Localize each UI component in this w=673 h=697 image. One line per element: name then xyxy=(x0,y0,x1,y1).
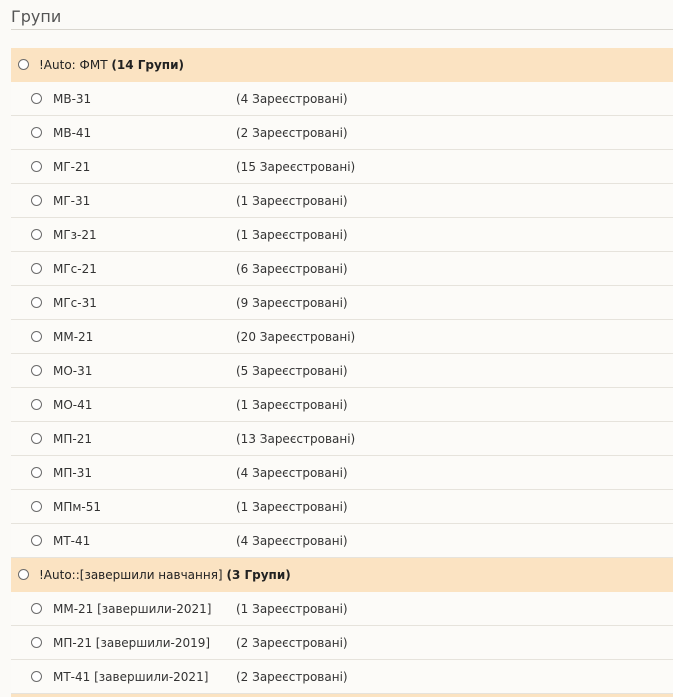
row-group-name: МП-21 xyxy=(53,432,92,446)
groups-page: Групи !Auto: ФМТ (14 Групи) МВ-31 (4 Зареє… xyxy=(0,0,673,697)
row-group-name: МВ-31 xyxy=(53,92,92,106)
row-registered-count: (1 Зареєстровані) xyxy=(236,602,348,616)
row-radio-button[interactable] xyxy=(31,161,42,172)
row-group-name: ММ-21 xyxy=(53,330,94,344)
group-row[interactable]: МГ-21 (15 Зареєстровані) xyxy=(11,150,673,184)
group-row[interactable]: МП-31 (4 Зареєстровані) xyxy=(11,456,673,490)
group-name: !Auto::[завершили навчання] xyxy=(39,568,223,582)
group-row[interactable]: МО-31 (5 Зареєстровані) xyxy=(11,354,673,388)
row-group-name: МП-21 [завершили-2019] xyxy=(53,636,211,650)
group-row[interactable]: МГз-21 (1 Зареєстровані) xyxy=(11,218,673,252)
row-group-name: МГ-31 xyxy=(53,194,91,208)
row-radio-button[interactable] xyxy=(31,195,42,206)
group-row[interactable]: МП-21 (13 Зареєстровані) xyxy=(11,422,673,456)
row-registered-count: (4 Зареєстровані) xyxy=(236,466,348,480)
row-radio-button[interactable] xyxy=(31,399,42,410)
row-group-name: ММ-21 [завершили-2021] xyxy=(53,602,212,616)
group-row[interactable]: МПм-51 (1 Зареєстровані) xyxy=(11,490,673,524)
row-registered-count: (9 Зареєстровані) xyxy=(236,296,348,310)
row-group-name: МП-31 xyxy=(53,466,92,480)
row-registered-count: (1 Зареєстровані) xyxy=(236,228,348,242)
row-registered-count: (2 Зареєстровані) xyxy=(236,636,348,650)
group-radio-button[interactable] xyxy=(18,59,29,70)
row-registered-count: (13 Зареєстровані) xyxy=(236,432,356,446)
row-radio-button[interactable] xyxy=(31,467,42,478)
row-registered-count: (15 Зареєстровані) xyxy=(236,160,356,174)
row-registered-count: (1 Зареєстровані) xyxy=(236,398,348,412)
row-radio-button[interactable] xyxy=(31,365,42,376)
group-row[interactable]: МО-41 (1 Зареєстровані) xyxy=(11,388,673,422)
row-group-name: МО-41 xyxy=(53,398,93,412)
row-radio-button[interactable] xyxy=(31,637,42,648)
row-registered-count: (2 Зареєстровані) xyxy=(236,670,348,684)
group-count: (3 Групи) xyxy=(226,568,291,582)
row-radio-button[interactable] xyxy=(31,263,42,274)
row-registered-count: (4 Зареєстровані) xyxy=(236,534,348,548)
group-row[interactable]: МГс-21 (6 Зареєстровані) xyxy=(11,252,673,286)
row-group-name: МТ-41 xyxy=(53,534,91,548)
row-group-name: МГз-21 xyxy=(53,228,97,242)
group-row[interactable]: МТ-41 [завершили-2021] (2 Зареєстровані) xyxy=(11,660,673,694)
group-row[interactable]: МТ-41 (4 Зареєстровані) xyxy=(11,524,673,558)
group-row[interactable]: МГс-31 (9 Зареєстровані) xyxy=(11,286,673,320)
row-registered-count: (2 Зареєстровані) xyxy=(236,126,348,140)
row-group-name: МВ-41 xyxy=(53,126,92,140)
row-registered-count: (1 Зареєстровані) xyxy=(236,500,348,514)
group-header[interactable]: !Auto: ФМТ (14 Групи) xyxy=(11,48,673,82)
title-bar: Групи xyxy=(11,0,673,30)
page-title: Групи xyxy=(11,7,62,26)
row-group-name: МГс-21 xyxy=(53,262,97,276)
row-radio-button[interactable] xyxy=(31,229,42,240)
row-radio-button[interactable] xyxy=(31,535,42,546)
row-radio-button[interactable] xyxy=(31,671,42,682)
group-name: !Auto: ФМТ xyxy=(39,58,108,72)
group-row[interactable]: МП-21 [завершили-2019] (2 Зареєстровані) xyxy=(11,626,673,660)
group-label: !Auto: ФМТ (14 Групи) xyxy=(39,58,184,72)
row-registered-count: (20 Зареєстровані) xyxy=(236,330,356,344)
group-row[interactable]: МВ-41 (2 Зареєстровані) xyxy=(11,116,673,150)
group-header[interactable]: !Auto::[завершили навчання] (3 Групи) xyxy=(11,558,673,592)
row-radio-button[interactable] xyxy=(31,501,42,512)
row-radio-button[interactable] xyxy=(31,331,42,342)
row-radio-button[interactable] xyxy=(31,433,42,444)
row-radio-button[interactable] xyxy=(31,297,42,308)
row-registered-count: (4 Зареєстровані) xyxy=(236,92,348,106)
row-registered-count: (6 Зареєстровані) xyxy=(236,262,348,276)
group-radio-button[interactable] xyxy=(18,569,29,580)
row-group-name: МГ-21 xyxy=(53,160,91,174)
group-row[interactable]: ММ-21 [завершили-2021] (1 Зареєстровані) xyxy=(11,592,673,626)
row-radio-button[interactable] xyxy=(31,603,42,614)
row-registered-count: (5 Зареєстровані) xyxy=(236,364,348,378)
row-radio-button[interactable] xyxy=(31,93,42,104)
row-registered-count: (1 Зареєстровані) xyxy=(236,194,348,208)
group-label: !Auto::[завершили навчання] (3 Групи) xyxy=(39,568,291,582)
group-count: (14 Групи) xyxy=(111,58,184,72)
group-row[interactable]: МГ-31 (1 Зареєстровані) xyxy=(11,184,673,218)
group-list: !Auto: ФМТ (14 Групи) МВ-31 (4 Зареєстрова… xyxy=(11,48,673,694)
row-radio-button[interactable] xyxy=(31,127,42,138)
group-row[interactable]: ММ-21 (20 Зареєстровані) xyxy=(11,320,673,354)
group-row[interactable]: МВ-31 (4 Зареєстровані) xyxy=(11,82,673,116)
row-group-name: МО-31 xyxy=(53,364,93,378)
row-group-name: МПм-51 xyxy=(53,500,102,514)
row-group-name: МГс-31 xyxy=(53,296,97,310)
row-group-name: МТ-41 [завершили-2021] xyxy=(53,670,209,684)
